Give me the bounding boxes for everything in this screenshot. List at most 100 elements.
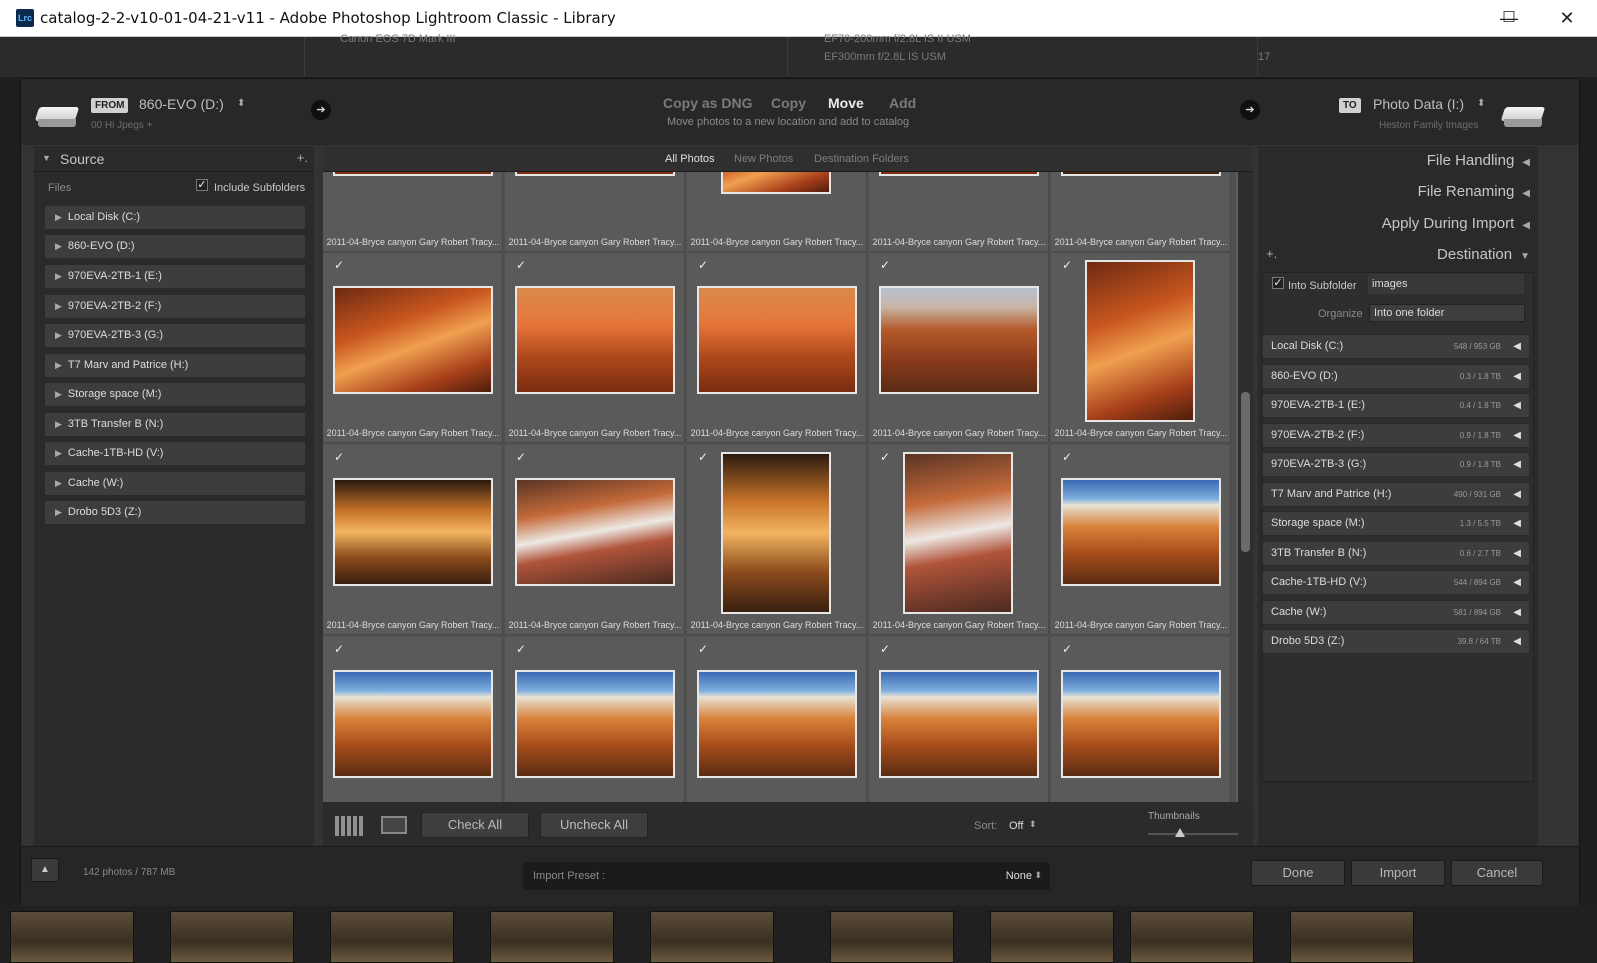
photo-checkbox[interactable]: ✓ bbox=[516, 451, 528, 463]
photo-cell[interactable]: ✓ 2011-04-Bryce canyon Gary Robert Tracy.… bbox=[323, 253, 503, 443]
source-drive-local-disk-c[interactable]: ▶ Local Disk (C:) bbox=[44, 205, 306, 230]
photo-checkbox[interactable]: ✓ bbox=[334, 259, 346, 271]
photo-cell[interactable]: 2011-04-Bryce canyon Gary Robert Tracy..… bbox=[505, 172, 685, 252]
photo-thumbnail[interactable] bbox=[721, 452, 831, 614]
dest-drive-local-disk-c[interactable]: Local Disk (C:) 548 / 953 GB ◀ bbox=[1262, 334, 1530, 359]
maximize-button-visible[interactable]: ☐ bbox=[1480, 0, 1538, 36]
from-drive-spinner-icon[interactable]: ⬍ bbox=[237, 98, 245, 109]
dest-drive-drobo-z[interactable]: Drobo 5D3 (Z:) 39.8 / 64 TB ◀ bbox=[1262, 629, 1530, 654]
photo-cell[interactable]: ✓ 2011-04-Bryce canyon Gary Robert Tracy.… bbox=[687, 253, 867, 443]
filmstrip-thumb[interactable] bbox=[830, 911, 954, 963]
add-source-icon[interactable]: +. bbox=[297, 150, 308, 165]
photo-cell[interactable]: ✓ bbox=[1051, 637, 1231, 802]
filmstrip-thumb[interactable] bbox=[170, 911, 294, 963]
photo-thumbnail[interactable] bbox=[515, 478, 675, 586]
thumbnails-slider[interactable] bbox=[1148, 833, 1238, 835]
photo-cell[interactable]: 2011-04-Bryce canyon Gary Robert Tracy..… bbox=[323, 172, 503, 252]
file-handling-header[interactable]: File Handling ◀ bbox=[1427, 152, 1530, 169]
dest-drive-storage-m[interactable]: Storage space (M:) 1.3 / 5.5 TB ◀ bbox=[1262, 511, 1530, 536]
photo-cell[interactable]: ✓ 2011-04-Bryce canyon Gary Robert Tracy.… bbox=[505, 253, 685, 443]
add-destination-icon[interactable]: +. bbox=[1266, 246, 1277, 261]
photo-checkbox[interactable]: ✓ bbox=[1062, 643, 1074, 655]
photo-cell[interactable]: ✓ bbox=[505, 637, 685, 802]
loupe-view-icon[interactable] bbox=[381, 816, 407, 834]
to-arrow-icon[interactable]: ➔ bbox=[1240, 100, 1260, 120]
filmstrip-thumb[interactable] bbox=[330, 911, 454, 963]
tab-all-photos[interactable]: All Photos bbox=[665, 153, 715, 165]
source-drive-storage-m[interactable]: ▶ Storage space (M:) bbox=[44, 382, 306, 407]
import-preset-value[interactable]: None bbox=[1006, 870, 1032, 882]
photo-checkbox[interactable]: ✓ bbox=[698, 643, 710, 655]
photo-checkbox[interactable]: ✓ bbox=[880, 259, 892, 271]
photo-thumbnail[interactable] bbox=[515, 286, 675, 394]
source-drive-860-evo-d[interactable]: ▶ 860-EVO (D:) bbox=[44, 234, 306, 259]
photo-thumbnail[interactable] bbox=[903, 452, 1013, 614]
filmstrip-thumb[interactable] bbox=[10, 911, 134, 963]
photo-checkbox[interactable]: ✓ bbox=[880, 451, 892, 463]
photo-thumbnail[interactable] bbox=[879, 670, 1039, 778]
photo-cell[interactable]: ✓ 2011-04-Bryce canyon Gary Robert Tracy.… bbox=[1051, 253, 1231, 443]
dest-drive-860-evo-d[interactable]: 860-EVO (D:) 0.3 / 1.8 TB ◀ bbox=[1262, 364, 1530, 389]
filmstrip-thumb[interactable] bbox=[1290, 911, 1414, 963]
uncheck-all-button[interactable]: Uncheck All bbox=[540, 812, 648, 838]
filmstrip-thumb[interactable] bbox=[490, 911, 614, 963]
tab-destination-folders[interactable]: Destination Folders bbox=[814, 153, 909, 165]
photo-thumbnail[interactable] bbox=[1085, 260, 1195, 422]
dest-drive-970eva-2tb-2-f[interactable]: 970EVA-2TB-2 (F:) 0.9 / 1.8 TB ◀ bbox=[1262, 423, 1530, 448]
scrollbar-thumb[interactable] bbox=[1241, 392, 1250, 552]
source-drive-cache-1tb-v[interactable]: ▶ Cache-1TB-HD (V:) bbox=[44, 441, 306, 466]
photo-cell[interactable]: ✓ 2011-04-Bryce canyon Gary Robert Tracy.… bbox=[1051, 445, 1231, 635]
photo-checkbox[interactable]: ✓ bbox=[334, 643, 346, 655]
photo-cell[interactable]: 2011-04-Bryce canyon Gary Robert Tracy..… bbox=[1051, 172, 1231, 252]
photo-thumbnail[interactable] bbox=[333, 670, 493, 778]
photo-cell[interactable]: 2011-04-Bryce canyon Gary Robert Tracy..… bbox=[869, 172, 1049, 252]
from-drive[interactable]: 860-EVO (D:) bbox=[139, 96, 224, 112]
photo-thumbnail[interactable] bbox=[333, 478, 493, 586]
tab-new-photos[interactable]: New Photos bbox=[734, 153, 793, 165]
check-all-button[interactable]: Check All bbox=[421, 812, 529, 838]
to-drive-spinner-icon[interactable]: ⬍ bbox=[1477, 98, 1485, 109]
photo-thumbnail[interactable] bbox=[1061, 478, 1221, 586]
grid-view-icon[interactable] bbox=[335, 816, 363, 836]
include-subfolders-checkbox[interactable]: ✓ bbox=[196, 179, 208, 191]
apply-during-import-header[interactable]: Apply During Import ◀ bbox=[1382, 215, 1530, 232]
import-preset-bar[interactable]: Import Preset : None ⬍ bbox=[523, 862, 1050, 890]
photo-thumbnail[interactable] bbox=[697, 670, 857, 778]
dest-drive-3tb-n[interactable]: 3TB Transfer B (N:) 0.6 / 2.7 TB ◀ bbox=[1262, 541, 1530, 566]
collapse-triangle-icon[interactable]: ▼ bbox=[42, 153, 51, 163]
import-button[interactable]: Import bbox=[1351, 860, 1445, 886]
source-drive-970eva-2tb-3-g[interactable]: ▶ 970EVA-2TB-3 (G:) bbox=[44, 323, 306, 348]
photo-cell[interactable]: ✓ bbox=[687, 637, 867, 802]
into-subfolder-checkbox[interactable]: ✓ bbox=[1272, 277, 1284, 289]
grid-scrollbar[interactable] bbox=[1238, 172, 1253, 802]
photo-checkbox[interactable]: ✓ bbox=[1062, 451, 1074, 463]
photo-thumbnail[interactable] bbox=[1061, 670, 1221, 778]
photo-cell[interactable]: ✓ 2011-04-Bryce canyon Gary Robert Tracy.… bbox=[323, 445, 503, 635]
filmstrip-thumb[interactable] bbox=[1130, 911, 1254, 963]
photo-cell[interactable]: ✓ 2011-04-Bryce canyon Gary Robert Tracy.… bbox=[505, 445, 685, 635]
dest-drive-970eva-2tb-1-e[interactable]: 970EVA-2TB-1 (E:) 0.4 / 1.8 TB ◀ bbox=[1262, 393, 1530, 418]
sort-spinner-icon[interactable]: ⬍ bbox=[1029, 819, 1037, 830]
photo-checkbox[interactable]: ✓ bbox=[334, 451, 346, 463]
mode-move[interactable]: Move bbox=[828, 95, 864, 111]
file-renaming-header[interactable]: File Renaming ◀ bbox=[1418, 183, 1530, 200]
to-path[interactable]: Heston Family Images bbox=[1379, 120, 1478, 131]
mode-add[interactable]: Add bbox=[889, 95, 916, 111]
photo-checkbox[interactable]: ✓ bbox=[516, 643, 528, 655]
destination-header[interactable]: Destination ▼ bbox=[1437, 246, 1530, 263]
photo-cell[interactable]: ✓ bbox=[869, 637, 1049, 802]
dest-drive-cache-1tb-v[interactable]: Cache-1TB-HD (V:) 544 / 894 GB ◀ bbox=[1262, 570, 1530, 595]
source-drive-cache-w[interactable]: ▶ Cache (W:) bbox=[44, 471, 306, 496]
photo-checkbox[interactable]: ✓ bbox=[516, 259, 528, 271]
photo-thumbnail[interactable] bbox=[515, 670, 675, 778]
dest-drive-t7-h[interactable]: T7 Marv and Patrice (H:) 490 / 931 GB ◀ bbox=[1262, 482, 1530, 507]
to-drive[interactable]: Photo Data (I:) bbox=[1373, 96, 1464, 112]
photo-checkbox[interactable]: ✓ bbox=[880, 643, 892, 655]
mode-copy-as-dng[interactable]: Copy as DNG bbox=[663, 95, 752, 111]
close-button[interactable]: ✕ bbox=[1538, 0, 1596, 36]
subfolder-name-input[interactable]: images bbox=[1368, 274, 1524, 294]
dest-drive-cache-w[interactable]: Cache (W:) 581 / 894 GB ◀ bbox=[1262, 600, 1530, 625]
sort-select[interactable]: Off bbox=[1009, 820, 1023, 832]
photo-cell[interactable]: ✓ 2011-04-Bryce canyon Gary Robert Tracy.… bbox=[869, 253, 1049, 443]
photo-thumbnail[interactable] bbox=[333, 286, 493, 394]
